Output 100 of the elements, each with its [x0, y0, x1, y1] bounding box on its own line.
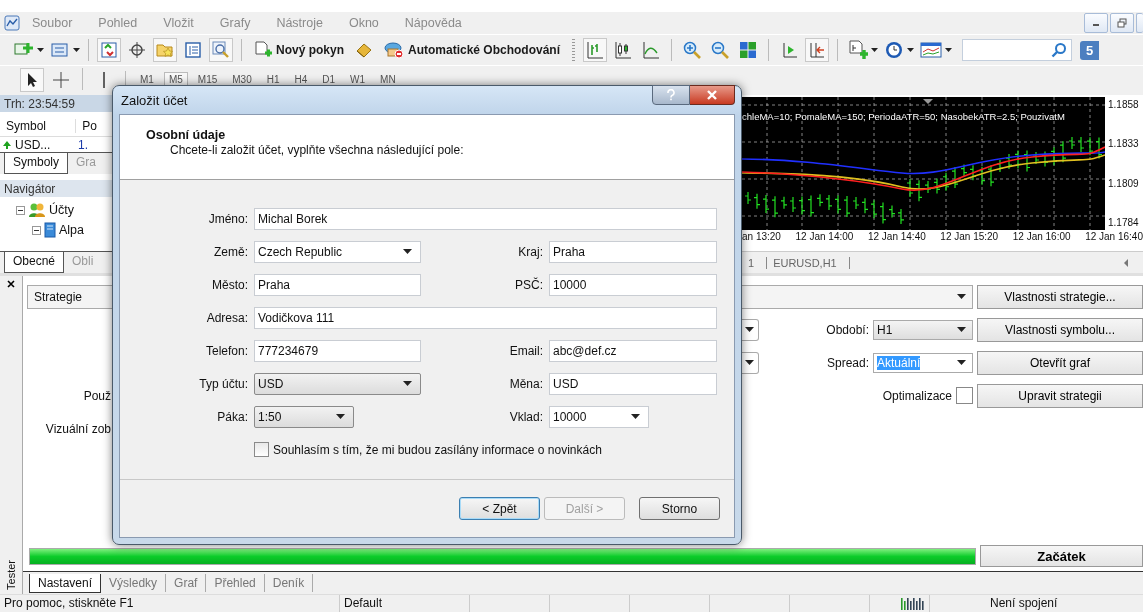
tester-tab[interactable]: Přehled [206, 574, 265, 592]
dropdown-arrow-icon [745, 327, 754, 332]
input-field[interactable]: Praha [549, 240, 717, 263]
tester-tab[interactable]: Nastavení [29, 573, 102, 593]
timeframe-button[interactable]: M5 [163, 72, 188, 86]
input-field[interactable]: Praha [254, 273, 421, 296]
dropdown[interactable]: 10000 [549, 405, 649, 428]
expander-icon[interactable] [32, 225, 41, 235]
close-button[interactable] [690, 85, 735, 105]
market-watch-header: Trh: 23:54:59 [0, 95, 112, 112]
caret-icon[interactable] [907, 48, 915, 52]
dropdown[interactable]: Czech Republic [254, 240, 421, 263]
notification-badge[interactable]: 5 [1080, 40, 1100, 60]
field-label: Email: [508, 343, 543, 358]
field-label: Typ účtu: [198, 376, 248, 391]
caret-icon[interactable] [37, 48, 44, 52]
input-field[interactable]: Michal Borek [254, 207, 717, 230]
field-label: Kraj: [517, 244, 543, 259]
open-chart-button[interactable]: Otevřít graf [977, 350, 1143, 375]
dropdown[interactable]: 1:50 [254, 405, 354, 428]
dropdown-arrow-icon [403, 249, 412, 254]
tester-tab[interactable]: Graf [166, 574, 207, 592]
dropdown-arrow-icon [745, 360, 754, 365]
input-field[interactable]: 10000 [549, 273, 717, 296]
start-button[interactable]: Začátek [980, 545, 1143, 567]
strategy-properties-button[interactable]: Vlastnosti strategie... [977, 284, 1143, 309]
field-label: Vizuální zob [44, 421, 112, 436]
tree-item[interactable]: Alpa [59, 223, 85, 237]
hat-stop-icon [384, 41, 404, 59]
market-watch-icon[interactable] [97, 38, 121, 62]
column-header[interactable]: Symbol [0, 119, 77, 133]
time-label: 12 Jan 16:40 [1085, 231, 1143, 243]
dialog-title: Založit účet [120, 92, 188, 108]
chart-tab[interactable]: EURUSD,H1 [767, 256, 850, 269]
spread-label: Spread: [826, 355, 869, 370]
timeframe-button[interactable]: M15 [192, 72, 223, 86]
dropdown-arrow-icon [957, 327, 966, 332]
users-icon [28, 202, 46, 218]
edit-strategy-button[interactable]: Upravit strategii [977, 383, 1143, 408]
dialog-button[interactable]: Storno [639, 497, 720, 520]
help-button[interactable] [652, 85, 690, 105]
status-help: Pro pomoc, stiskněte F1 [0, 595, 340, 612]
input-field[interactable]: 777234679 [254, 339, 421, 362]
scroll-left-icon[interactable] [1123, 258, 1129, 267]
minimize-button[interactable] [1084, 13, 1108, 33]
timeframe-button[interactable]: M1 [135, 72, 159, 86]
close-icon [706, 90, 718, 100]
input-field[interactable]: USD [549, 372, 717, 395]
field-label: Použ [82, 388, 112, 403]
symbol-properties-button[interactable]: Vlastnosti symbolu... [977, 317, 1143, 342]
period-dropdown[interactable]: H1 [873, 319, 973, 340]
input-field[interactable]: abc@def.cz [549, 339, 717, 362]
timeframe-button[interactable]: D1 [317, 72, 341, 86]
time-label: 12 Jan 14:40 [867, 231, 926, 243]
timeframe-button[interactable]: M30 [227, 72, 257, 86]
checkbox-label[interactable]: Souhlasím s tím, že mi budou zasílány informace o novinkách [273, 442, 602, 457]
caret-icon[interactable] [73, 48, 80, 52]
period-label: Období: [826, 322, 869, 337]
close-icon[interactable] [7, 280, 15, 288]
price-label: 1.1858 [1108, 99, 1140, 110]
tester-tab[interactable]: Výsledky [101, 574, 167, 592]
dialog-button[interactable]: < Zpět [459, 497, 540, 520]
shift-marker-icon[interactable] [923, 99, 933, 104]
timeframe-button[interactable]: H1 [261, 72, 285, 86]
auto-trading-button[interactable]: Automatické Obchodování [380, 41, 565, 59]
dropdown-arrow-icon [957, 294, 966, 299]
field-label: Město: [211, 277, 248, 292]
cursor-icon[interactable] [20, 68, 44, 92]
search-icon [1051, 42, 1068, 58]
optimization-checkbox[interactable] [956, 387, 973, 404]
tester-magnifier-icon[interactable] [209, 38, 233, 62]
field-label: Země: [213, 244, 248, 259]
restore-button[interactable] [1110, 13, 1134, 33]
tree-item[interactable]: Účty [49, 203, 74, 217]
column-header[interactable]: Po [76, 119, 112, 133]
field-label: Vklad: [508, 409, 543, 424]
table-cell: USD... [15, 137, 51, 152]
timeframe-button[interactable]: MN [375, 72, 401, 86]
connection-status: Není spojení [989, 595, 1059, 612]
search-field[interactable] [962, 39, 1073, 61]
newsletter-checkbox[interactable] [254, 442, 269, 457]
timeframe-button[interactable]: H4 [289, 72, 313, 86]
caret-icon[interactable] [871, 48, 879, 52]
tester-tab[interactable]: Deník [264, 574, 314, 592]
signal-bars-icon [901, 597, 925, 610]
dropdown-arrow-icon [336, 414, 345, 419]
dropdown[interactable]: USD [254, 372, 421, 395]
dropdown-arrow-icon [631, 414, 640, 419]
document-plus-icon [254, 41, 272, 59]
chart-shift-icon[interactable] [805, 38, 830, 62]
caret-icon[interactable] [945, 48, 953, 52]
help-icon [666, 89, 676, 101]
input-field[interactable]: Vodičkova 111 [254, 306, 717, 329]
navigator-header: Navigátor [0, 180, 112, 197]
expander-icon[interactable] [16, 205, 25, 215]
panel-tab[interactable]: Symboly [4, 153, 68, 174]
timeframe-button[interactable]: W1 [345, 72, 371, 86]
time-label: 12 Jan 14:00 [795, 231, 854, 243]
new-order-button[interactable]: Nový pokyn [250, 41, 348, 59]
panel-tab[interactable]: Obecné [4, 252, 65, 273]
